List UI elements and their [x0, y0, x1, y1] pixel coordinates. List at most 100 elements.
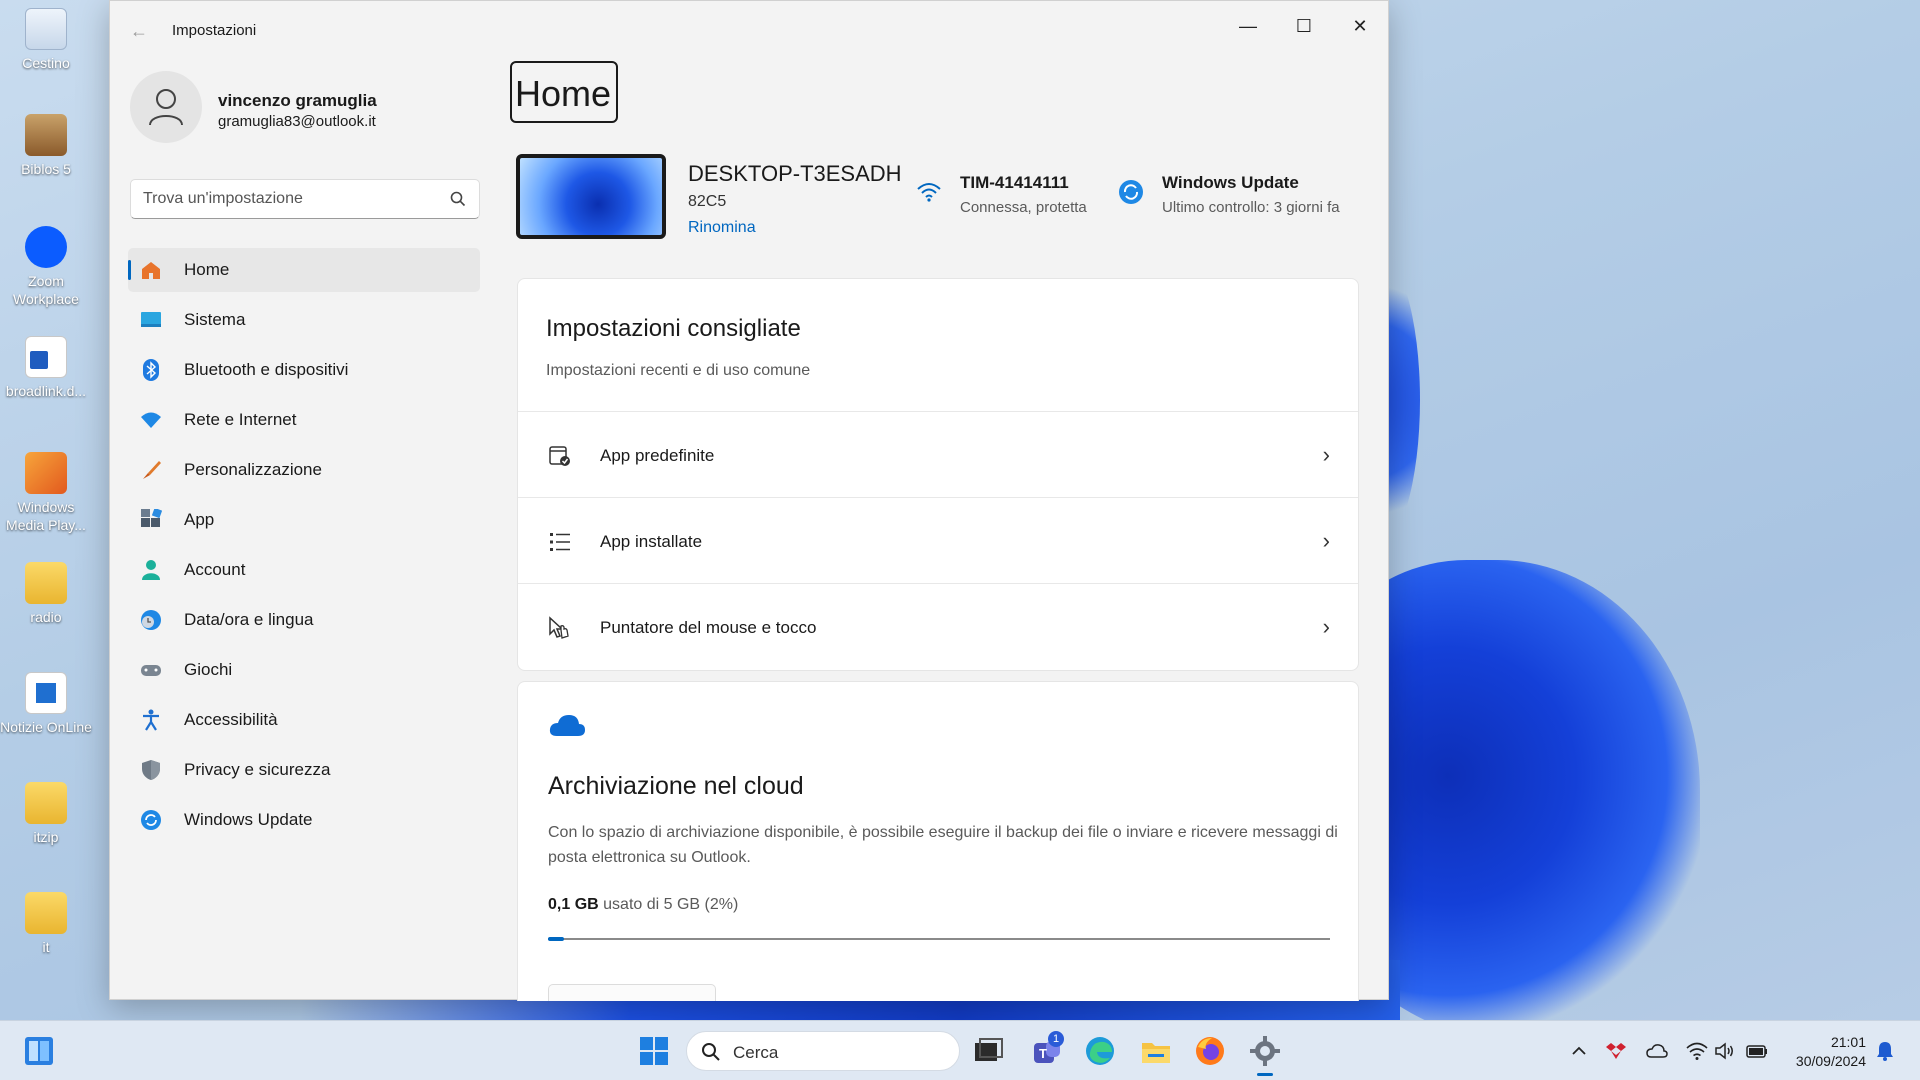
device-wallpaper-thumbnail[interactable] [516, 154, 666, 239]
time-language-icon [141, 610, 161, 630]
sidebar-item-personalizzazione[interactable]: Personalizzazione [128, 448, 480, 492]
device-model: 82C5 [688, 193, 727, 210]
desktop-icon-radio[interactable]: radio [0, 562, 92, 626]
card-header: Impostazioni consigliate Impostazioni re… [518, 279, 1358, 412]
search-icon[interactable] [449, 190, 467, 208]
zip-folder-icon [25, 782, 67, 824]
title-bar: ← Impostazioni — ☐ ✕ [110, 1, 1388, 61]
user-name: vincenzo gramuglia [218, 91, 377, 110]
desktop-icon-label: Cestino [22, 55, 70, 71]
desktop-icon-label: broadlink.d... [5, 383, 87, 399]
desktop-icon-recycle-bin[interactable]: Cestino [0, 8, 92, 72]
wifi-icon[interactable] [1686, 1040, 1708, 1062]
battery-icon[interactable] [1746, 1040, 1768, 1062]
sidebar-item-windows-update[interactable]: Windows Update [128, 798, 480, 842]
chevron-right-icon: › [1322, 614, 1330, 639]
window-title: Impostazioni [172, 22, 257, 39]
desktop-icon-label: itzip [33, 829, 59, 845]
update-status-text: Ultimo controllo: 3 giorni fa [1162, 199, 1340, 216]
setting-row-default-apps[interactable]: App predefinite › [518, 412, 1358, 498]
task-view-icon[interactable] [972, 1035, 1004, 1067]
account-icon [142, 560, 160, 580]
cloud-storage-progress-fill [548, 937, 564, 941]
settings-gear-icon[interactable] [1249, 1035, 1281, 1067]
desktop-icon-label: it [42, 939, 50, 955]
shortcut-icon [25, 672, 67, 714]
sidebar-item-data-ora[interactable]: Data/ora e lingua [128, 598, 480, 642]
cloud-used-amount: 0,1 GB [548, 896, 599, 913]
cloud-storage-progress [548, 937, 1330, 941]
sidebar-item-rete[interactable]: Rete e Internet [128, 398, 480, 442]
firefox-icon[interactable] [1194, 1035, 1226, 1067]
cloud-storage-card: Archiviazione nel cloud Con lo spazio di… [517, 681, 1359, 1001]
sidebar-nav: Home Sistema Bluetooth e dispositivi Ret… [128, 248, 480, 848]
home-icon [142, 262, 160, 279]
sidebar-item-label: App [184, 510, 215, 529]
sidebar-item-label: Account [184, 560, 246, 579]
desktop-icon-biblos[interactable]: Biblos 5 [0, 114, 92, 178]
chevron-up-icon[interactable] [1568, 1040, 1590, 1062]
dropbox-icon[interactable] [1605, 1040, 1627, 1062]
sidebar-item-account[interactable]: Account [128, 548, 480, 592]
gamepad-icon [141, 665, 161, 676]
network-name: TIM-41414111 [960, 173, 1069, 192]
mouse-pointer-icon [549, 616, 569, 639]
wifi-icon [917, 183, 941, 202]
clock[interactable]: 21:01 30/09/2024 [1796, 1033, 1866, 1071]
search-placeholder: Trova un'impostazione [143, 190, 303, 207]
sidebar-item-giochi[interactable]: Giochi [128, 648, 480, 692]
file-explorer-icon[interactable] [1140, 1035, 1172, 1067]
apps-icon [141, 509, 162, 527]
start-windows-icon[interactable] [638, 1035, 670, 1067]
sidebar-item-home[interactable]: Home [128, 248, 480, 292]
sidebar-item-accessibilita[interactable]: Accessibilità [128, 698, 480, 742]
taskbar-search-label: Cerca [733, 1043, 779, 1062]
setting-row-mouse-pointer[interactable]: Puntatore del mouse e tocco › [518, 584, 1358, 670]
row-label: Puntatore del mouse e tocco [600, 618, 817, 637]
sidebar-item-label: Data/ora e lingua [184, 610, 314, 629]
sidebar-item-app[interactable]: App [128, 498, 480, 542]
desktop-icon-it[interactable]: it [0, 892, 92, 956]
sidebar-item-label: Giochi [184, 660, 233, 679]
rename-link[interactable]: Rinomina [688, 219, 756, 237]
widgets-icon[interactable] [24, 1036, 54, 1066]
settings-search-input[interactable]: Trova un'impostazione [130, 179, 480, 219]
active-app-indicator [1257, 1073, 1273, 1076]
shield-icon [142, 760, 160, 780]
onedrive-icon[interactable] [1646, 1040, 1668, 1062]
notification-bell-icon[interactable] [1874, 1040, 1896, 1062]
network-icon [141, 412, 161, 428]
bluetooth-icon [143, 359, 159, 381]
avatar [130, 71, 202, 143]
desktop-icon-label: Zoom Workplace [13, 273, 79, 307]
back-arrow-icon[interactable]: ← [130, 21, 150, 41]
cloud-description: Con lo spazio di archiviazione disponibi… [548, 824, 1338, 866]
taskbar-search-input[interactable]: Cerca [686, 1031, 960, 1071]
close-button[interactable]: ✕ [1332, 9, 1388, 43]
desktop-icon-zoom[interactable]: Zoom Workplace [0, 226, 92, 308]
sidebar-item-label: Accessibilità [184, 710, 278, 729]
maximize-button[interactable]: ☐ [1276, 9, 1332, 43]
user-email: gramuglia83@outlook.it [218, 113, 376, 130]
teams-notification-badge: 1 [1048, 1031, 1064, 1047]
brush-icon [143, 461, 161, 479]
desktop-icon-itzip[interactable]: itzip [0, 782, 92, 846]
row-label: App installate [600, 532, 703, 551]
chevron-right-icon: › [1322, 528, 1330, 553]
view-details-button[interactable] [548, 984, 716, 1001]
edge-icon[interactable] [1084, 1035, 1116, 1067]
setting-row-installed-apps[interactable]: App installate › [518, 498, 1358, 584]
sidebar-item-bluetooth[interactable]: Bluetooth e dispositivi [128, 348, 480, 392]
desktop-icon-media-player[interactable]: Windows Media Play... [0, 452, 92, 534]
desktop-icon-label: radio [30, 609, 62, 625]
sidebar-item-label: Bluetooth e dispositivi [184, 360, 349, 379]
settings-window: ← Impostazioni — ☐ ✕ vincenzo gramuglia … [109, 0, 1389, 1001]
sidebar-item-sistema[interactable]: Sistema [128, 298, 480, 342]
sidebar-item-label: Personalizzazione [184, 460, 322, 479]
chevron-right-icon: › [1322, 442, 1330, 467]
sidebar-item-privacy[interactable]: Privacy e sicurezza [128, 748, 480, 792]
volume-icon[interactable] [1714, 1040, 1736, 1062]
desktop-icon-notizie[interactable]: Notizie OnLine [0, 672, 92, 736]
minimize-button[interactable]: — [1220, 9, 1276, 43]
desktop-icon-broadlink[interactable]: broadlink.d... [0, 336, 92, 400]
